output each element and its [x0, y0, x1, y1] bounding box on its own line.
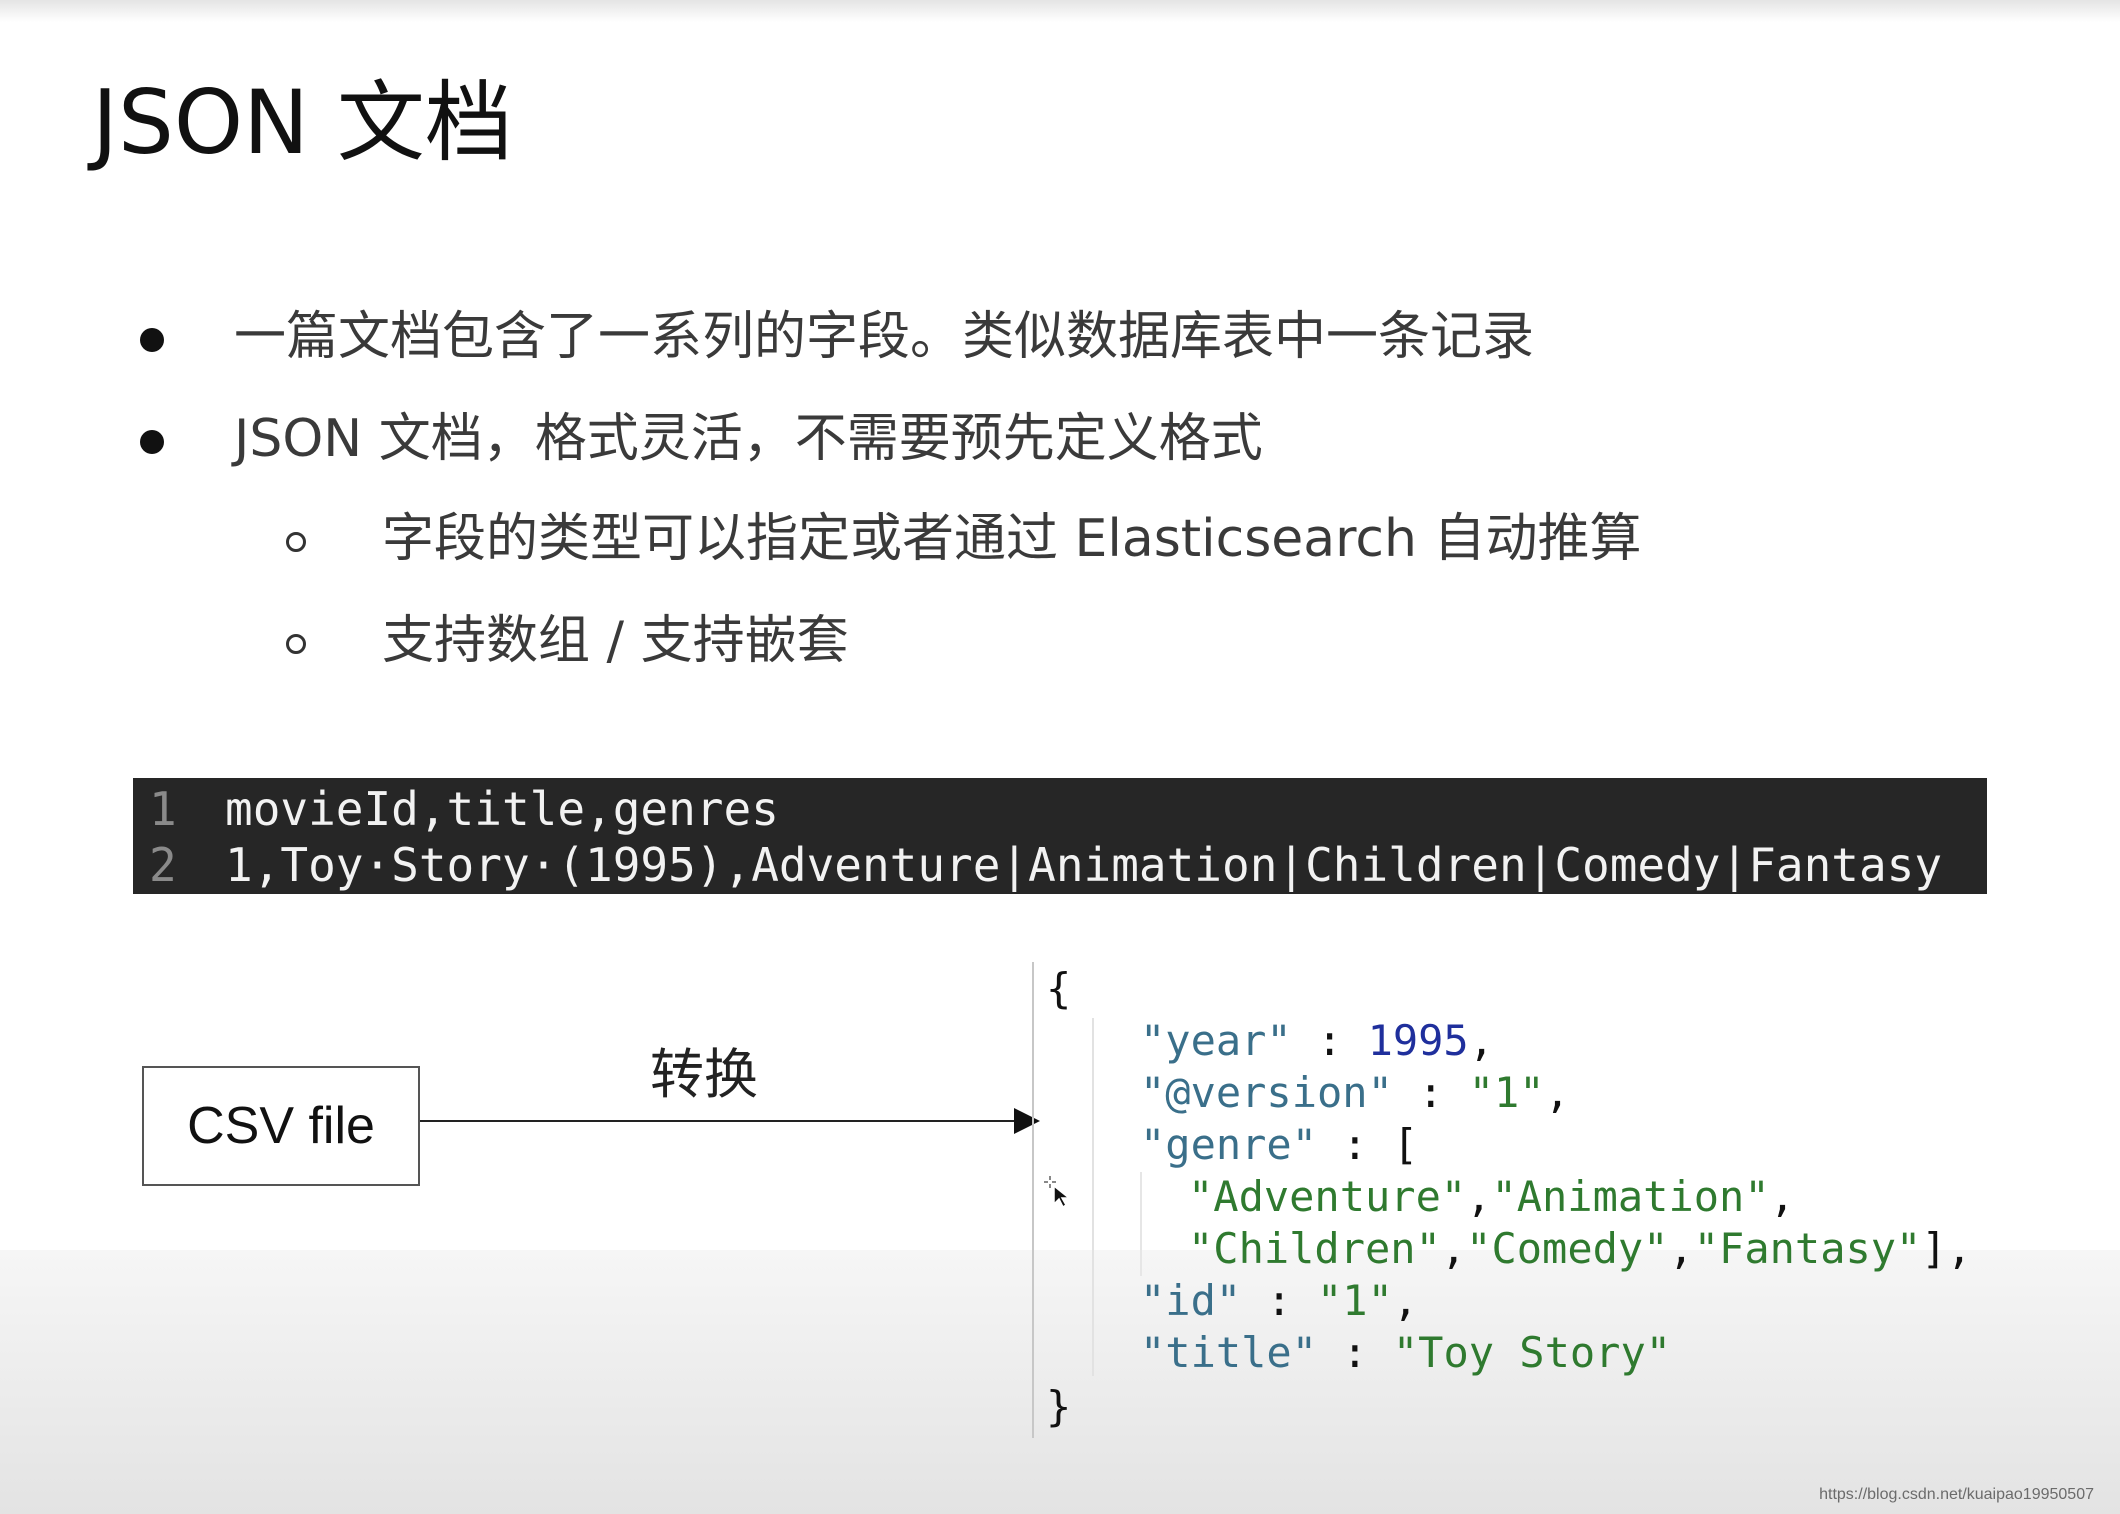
top-shade — [0, 0, 2120, 22]
json-indent-guide — [1092, 1018, 1094, 1376]
json-comma: , — [1392, 1276, 1419, 1325]
json-line: "Children","Comedy","Fantasy"], — [1188, 1224, 1972, 1273]
watermark: https://blog.csdn.net/kuaipao19950507 — [1819, 1486, 2094, 1503]
json-string: "1" — [1317, 1276, 1393, 1325]
json-comma: , — [1668, 1224, 1694, 1273]
json-left-rule — [1032, 962, 1034, 1438]
line-number: 1 — [149, 782, 177, 836]
bullet-dot-icon — [140, 430, 164, 454]
json-colon: : — [1317, 1120, 1393, 1169]
sub-bullet-1: 字段的类型可以指定或者通过 Elasticsearch 自动推算 — [382, 509, 1642, 569]
bullet-2: JSON 文档，格式灵活，不需要预先定义格式 — [234, 409, 1263, 469]
sub-bullet-circle-icon — [286, 634, 306, 654]
json-line: } — [1046, 1382, 1072, 1431]
json-string: "Comedy" — [1466, 1224, 1669, 1273]
json-line: "@version" : "1", — [1140, 1068, 1570, 1117]
json-colon: : — [1291, 1016, 1368, 1065]
json-comma: , — [1466, 1172, 1492, 1221]
csv-file-label: CSV file — [187, 1097, 375, 1155]
json-colon: : — [1241, 1276, 1318, 1325]
convert-label: 转换 — [650, 1043, 758, 1106]
json-comma: , — [1440, 1224, 1467, 1273]
json-line: "year" : 1995, — [1140, 1016, 1495, 1065]
json-bracket: ], — [1921, 1224, 1972, 1273]
json-number: 1995 — [1367, 1016, 1469, 1065]
json-string: "Toy Story" — [1392, 1328, 1672, 1377]
code-text: 1,Toy·Story·(1995),Adventure|Animation|C… — [225, 838, 1943, 892]
json-close-brace: } — [1046, 1382, 1072, 1431]
bullet-1: 一篇文档包含了一系列的字段。类似数据库表中一条记录 — [234, 307, 1535, 367]
sub-bullet-2: 支持数组 / 支持嵌套 — [382, 611, 849, 671]
json-comma: , — [1544, 1068, 1570, 1117]
slide-title: JSON 文档 — [92, 71, 513, 174]
json-line: "Adventure","Animation", — [1188, 1172, 1795, 1221]
sub-bullet-circle-icon — [286, 532, 306, 552]
mouse-cursor-icon — [1044, 1176, 1072, 1208]
json-colon: : — [1317, 1328, 1393, 1377]
json-comma: , — [1468, 1016, 1495, 1065]
json-key: "id" — [1140, 1276, 1242, 1325]
json-comma: , — [1769, 1172, 1795, 1221]
json-open-brace: { — [1046, 964, 1072, 1013]
json-string: "Fantasy" — [1693, 1224, 1922, 1273]
json-line: { — [1046, 964, 1072, 1013]
csv-code-block: 1 movieId,title,genres 2 1,Toy·Story·(19… — [133, 778, 1987, 894]
json-key: "@version" — [1140, 1068, 1393, 1117]
csv-file-box: CSV file — [142, 1066, 420, 1186]
json-string: "Adventure" — [1188, 1172, 1467, 1221]
json-key: "genre" — [1140, 1120, 1318, 1169]
json-line: "id" : "1", — [1140, 1276, 1419, 1325]
json-indent-guide — [1140, 1172, 1142, 1276]
json-line: "genre" : [ — [1140, 1120, 1419, 1169]
bullet-dot-icon — [140, 328, 164, 352]
json-bracket: [ — [1392, 1120, 1419, 1169]
json-line: "title" : "Toy Story" — [1140, 1328, 1672, 1377]
json-string: "Animation" — [1491, 1172, 1770, 1221]
json-colon: : — [1392, 1068, 1469, 1117]
json-string: "Children" — [1188, 1224, 1441, 1273]
arrow-right-icon — [1014, 1108, 1040, 1134]
arrow-line — [420, 1120, 1016, 1122]
json-key: "title" — [1140, 1328, 1318, 1377]
code-text: movieId,title,genres — [225, 782, 779, 836]
json-key: "year" — [1140, 1016, 1292, 1065]
json-string: "1" — [1468, 1068, 1545, 1117]
line-number: 2 — [149, 838, 177, 892]
